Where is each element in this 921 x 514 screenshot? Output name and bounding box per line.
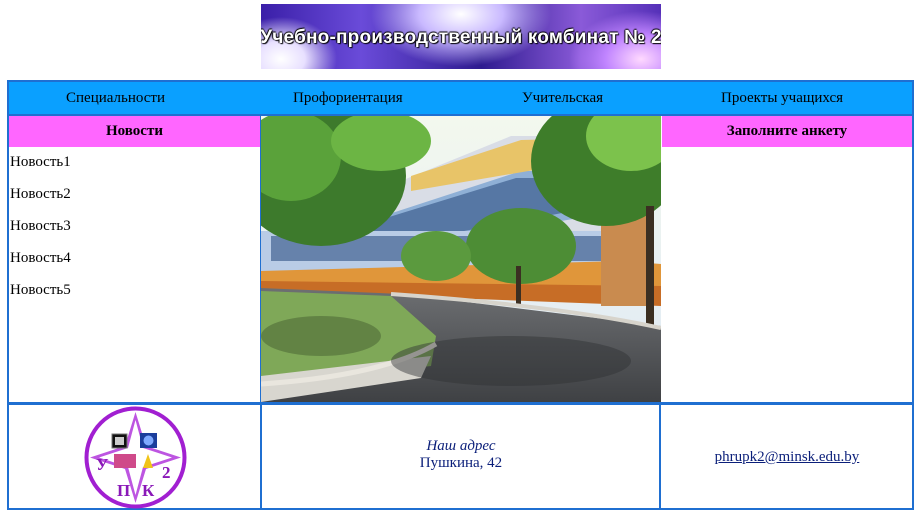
address-line: Пушкина, 42 <box>419 455 503 471</box>
survey-link[interactable]: Заполните анкету <box>662 116 912 147</box>
nav-item-specialties[interactable]: Специальности <box>66 82 165 114</box>
address-title: Наш адрес <box>426 438 496 454</box>
nav-item-student-projects[interactable]: Проекты учащихся <box>721 82 843 114</box>
divider <box>9 402 912 405</box>
banner: Учебно-производственный комбинат № 2 <box>261 4 661 69</box>
school-logo: У П К 2 <box>84 406 187 509</box>
news-item-3[interactable]: Новость3 <box>10 217 71 249</box>
news-item-5[interactable]: Новость5 <box>10 281 71 313</box>
logo-letter-2: П <box>117 481 130 500</box>
logo-letter-3: К <box>142 481 155 500</box>
email-link[interactable]: phrupk2@minsk.edu.by <box>662 449 912 466</box>
logo-letter-4: 2 <box>162 463 171 482</box>
news-item-2[interactable]: Новость2 <box>10 185 71 217</box>
top-nav: Специальности Профориентация Учительская… <box>9 82 912 116</box>
logo-emblem: У П К 2 <box>84 406 187 509</box>
news-item-4[interactable]: Новость4 <box>10 249 71 281</box>
nav-item-career-guidance[interactable]: Профориентация <box>293 82 403 114</box>
news-list: Новость1 Новость2 Новость3 Новость4 Ново… <box>10 153 71 313</box>
news-item-1[interactable]: Новость1 <box>10 153 71 185</box>
school-building-photo <box>261 116 661 402</box>
logo-letter-1: У <box>96 455 109 474</box>
banner-title: Учебно-производственный комбинат № 2 <box>261 26 661 48</box>
address-block: Наш адрес Пушкина, 42 <box>263 438 659 472</box>
photo-drawing <box>261 116 661 402</box>
news-heading: Новости <box>9 116 260 147</box>
nav-item-teachers-room[interactable]: Учительская <box>522 82 603 114</box>
